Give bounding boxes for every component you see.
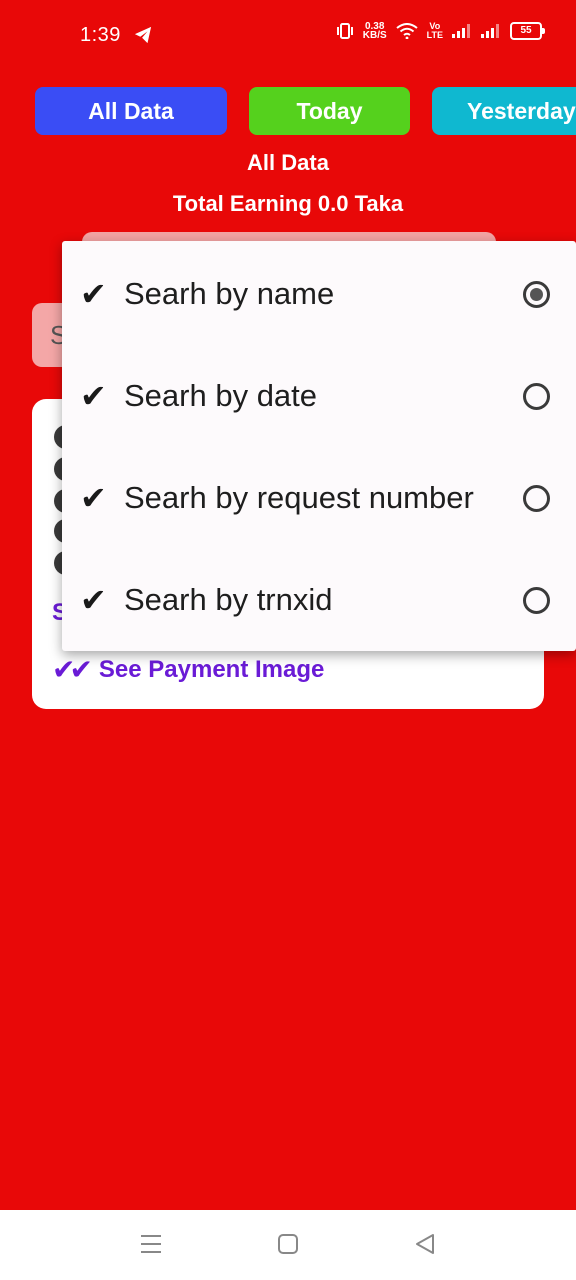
navigation-bar (0, 1210, 576, 1280)
option-search-by-request-number[interactable]: ✔ Searh by request number (62, 447, 576, 549)
radio-unselected-icon[interactable] (523, 586, 550, 614)
search-options-popup: ✔ Searh by name ✔ Searh by date ✔ Searh … (62, 241, 576, 651)
option-label: Searh by trnxid (124, 582, 333, 617)
vibrate-icon (336, 23, 353, 39)
radio-unselected-icon[interactable] (523, 484, 550, 512)
total-earning: Total Earning 0.0 Taka (172, 191, 404, 216)
see-payment-image-label: See Payment Image (98, 655, 325, 683)
today-button[interactable]: Today (249, 87, 410, 135)
double-check-icon: ✔✔ (52, 654, 93, 685)
check-icon: ✔ (80, 276, 107, 312)
option-label: Searh by name (124, 276, 335, 311)
option-search-by-name[interactable]: ✔ Searh by name (62, 243, 576, 345)
menu-icon[interactable] (140, 1232, 162, 1256)
all-data-button[interactable]: All Data (35, 87, 227, 135)
telegram-icon (134, 26, 152, 44)
signal-icon-1 (452, 24, 470, 38)
network-speed-unit: KB/S (362, 30, 387, 41)
wifi-icon (396, 23, 418, 39)
option-label: Searh by request number (124, 480, 474, 515)
check-icon: ✔ (80, 582, 107, 618)
status-time: 1:39 (80, 24, 121, 46)
volte-indicator: Vo LTE (427, 22, 443, 40)
option-search-by-trnxid[interactable]: ✔ Searh by trnxid (62, 549, 576, 651)
radio-unselected-icon[interactable] (523, 382, 550, 410)
status-icons: 0.38 KB/S Vo LTE 55 (336, 22, 545, 41)
battery-icon: 55 (510, 22, 545, 40)
back-icon[interactable] (414, 1232, 436, 1256)
signal-icon-2 (481, 24, 499, 38)
section-title: All Data (247, 150, 329, 175)
home-icon[interactable] (277, 1232, 299, 1256)
check-icon: ✔ (80, 378, 107, 414)
check-icon: ✔ (80, 480, 107, 516)
network-speed: 0.38 KB/S (362, 22, 387, 41)
see-payment-image-link[interactable]: ✔✔ See Payment Image (52, 653, 324, 686)
status-bar: 1:39 0.38 KB/S Vo LTE 55 (0, 0, 576, 72)
option-label: Searh by date (124, 378, 318, 413)
yesterday-button[interactable]: Yesterday (432, 87, 576, 135)
radio-selected-icon[interactable] (523, 280, 550, 308)
option-search-by-date[interactable]: ✔ Searh by date (62, 345, 576, 447)
volte-bottom: LTE (426, 30, 443, 40)
